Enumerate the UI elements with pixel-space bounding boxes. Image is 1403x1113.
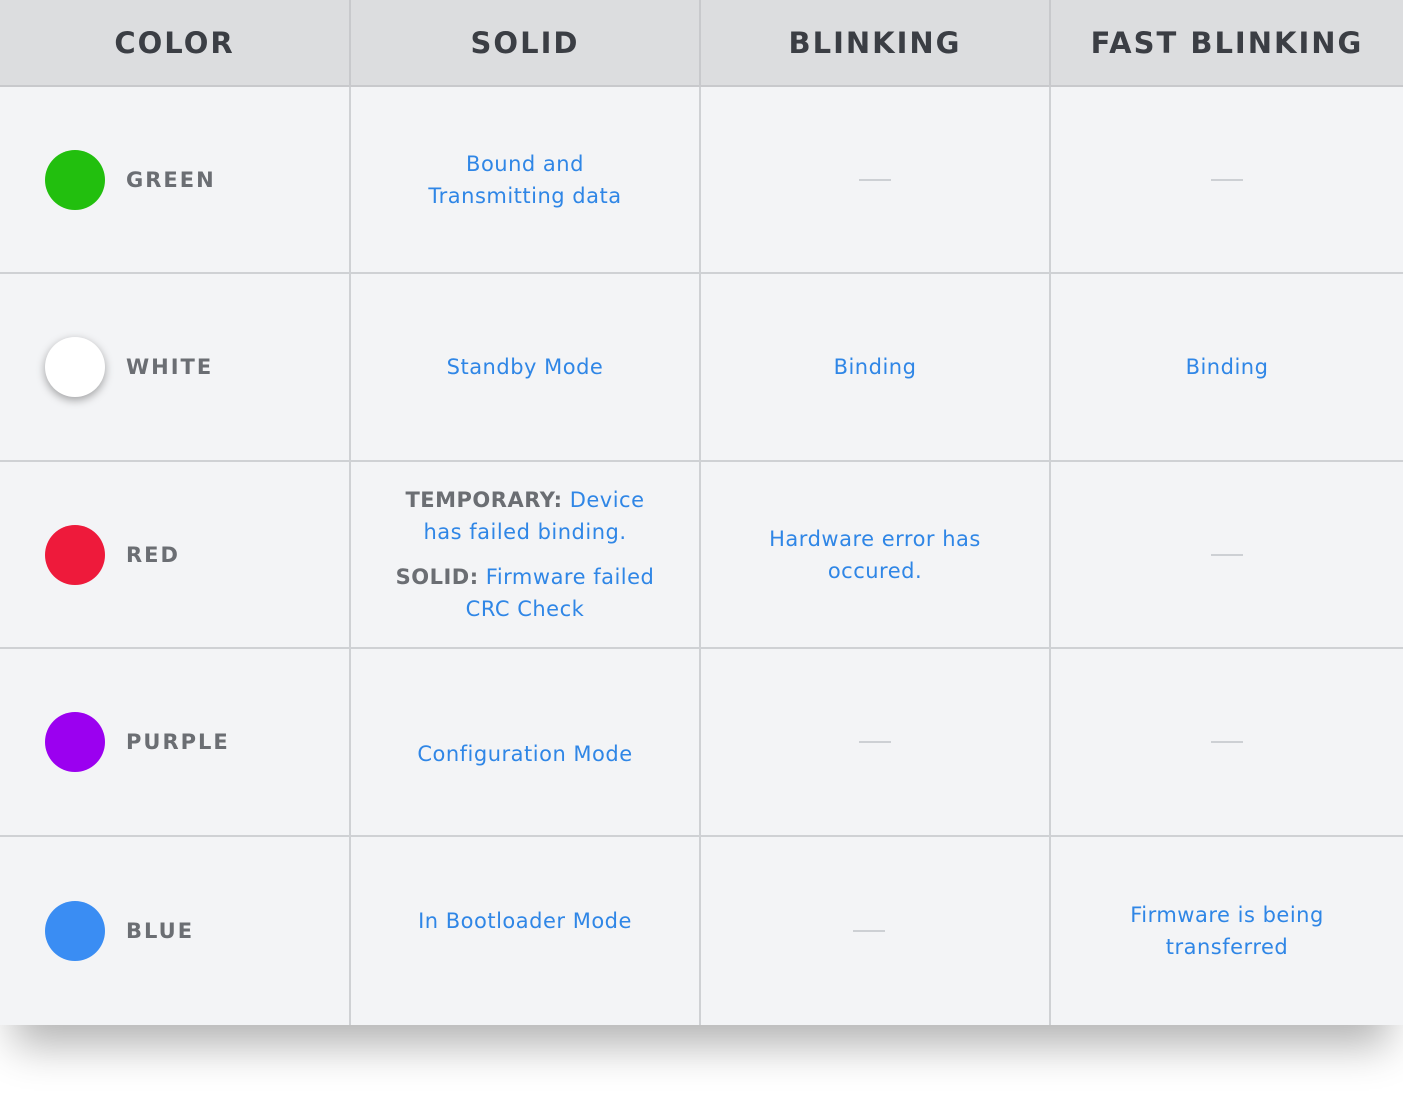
led-status-table-card: COLOR SOLID BLINKING FAST BLINKING GREEN… <box>0 0 1403 1025</box>
temporary-text: Device <box>562 488 645 512</box>
red-dot-icon <box>45 524 105 585</box>
row-white-blinking-cell: Binding <box>701 274 1051 462</box>
line: SOLID: Firmware failed <box>396 565 655 589</box>
blue-dot-icon <box>45 901 105 961</box>
row-green-fast-blinking-cell <box>1051 87 1403 274</box>
fast-blinking-text-line: Firmware is being <box>1130 903 1324 927</box>
led-status-table: COLOR SOLID BLINKING FAST BLINKING GREEN… <box>0 0 1403 1025</box>
row-purple-blinking-cell <box>701 649 1051 837</box>
row-purple-solid-cell: Configuration Mode <box>351 649 701 837</box>
row-white-fast-blinking-cell: Binding <box>1051 274 1403 462</box>
solid-text: Configuration Mode <box>417 742 633 766</box>
row-green-color-cell: GREEN <box>0 87 351 274</box>
blinking-text-line: Hardware error has <box>769 526 981 551</box>
row-purple-fast-blinking-cell <box>1051 649 1403 837</box>
row-red-solid-cell: TEMPORARY: Device has failed binding. SO… <box>351 462 701 649</box>
header-solid: SOLID <box>351 0 701 87</box>
color-name: GREEN <box>126 167 216 192</box>
fast-blinking-text-line: transferred <box>1165 935 1289 959</box>
solid-paragraph: SOLID: Firmware failed CRC Check <box>396 561 655 625</box>
row-blue-fast-blinking-cell: Firmware is being transferred <box>1051 837 1403 1025</box>
empty-dash <box>1211 178 1243 181</box>
tag-separator: : <box>553 488 563 512</box>
header-fast-blinking: FAST BLINKING <box>1051 0 1403 87</box>
row-green-solid-cell: Bound and Transmitting data <box>351 87 701 274</box>
empty-dash <box>859 178 891 181</box>
solid-text: Firmware failed <box>478 565 655 589</box>
blinking-text-line: occured. <box>827 558 923 583</box>
solid-text: Standby Mode <box>446 355 604 379</box>
solid-text-line: Bound and <box>466 151 584 176</box>
header-blinking: BLINKING <box>701 0 1051 87</box>
row-blue-blinking-cell <box>701 837 1051 1025</box>
color-name: WHITE <box>126 355 214 379</box>
row-white-color-cell: WHITE <box>0 274 351 462</box>
temporary-paragraph: TEMPORARY: Device has failed binding. <box>405 484 644 548</box>
fast-blinking-text: Binding <box>1185 355 1269 379</box>
solid-text-line2: CRC Check <box>465 597 585 621</box>
row-blue-solid-cell: In Bootloader Mode <box>351 837 701 1025</box>
row-green-blinking-cell <box>701 87 1051 274</box>
row-purple-color-cell: PURPLE <box>0 649 351 837</box>
row-white-solid-cell: Standby Mode <box>351 274 701 462</box>
temporary-tag: TEMPORARY <box>405 488 554 512</box>
purple-dot-icon <box>45 712 105 772</box>
solid-text-line: Transmitting data <box>428 183 622 208</box>
blinking-text: Binding <box>833 355 917 379</box>
color-name: PURPLE <box>126 730 230 754</box>
empty-dash <box>853 930 885 932</box>
line: TEMPORARY: Device <box>405 488 644 512</box>
solid-text: In Bootloader Mode <box>418 909 632 933</box>
empty-dash <box>1211 741 1243 743</box>
temporary-text-line2: has failed binding. <box>423 520 627 544</box>
color-name: BLUE <box>126 919 195 943</box>
row-blue-color-cell: BLUE <box>0 837 351 1025</box>
solid-tag: SOLID <box>395 565 470 589</box>
row-red-color-cell: RED <box>0 462 351 649</box>
tag-separator: : <box>469 565 479 589</box>
green-dot-icon <box>45 149 105 210</box>
row-red-fast-blinking-cell <box>1051 462 1403 649</box>
color-name: RED <box>126 542 180 567</box>
empty-dash <box>1211 553 1243 556</box>
header-color: COLOR <box>0 0 351 87</box>
white-dot-icon <box>45 337 105 397</box>
row-red-blinking-cell: Hardware error has occured. <box>701 462 1051 649</box>
empty-dash <box>859 741 891 743</box>
